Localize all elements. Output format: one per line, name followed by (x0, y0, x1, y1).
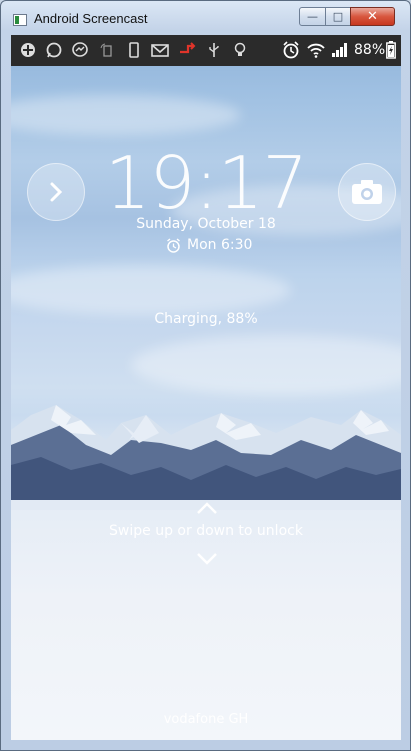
status-bar[interactable]: 88% (11, 35, 401, 66)
alarm-icon (282, 41, 300, 59)
cloud (11, 265, 291, 315)
emulator-window: Android Screencast — □ ✕ 88% 19:17 Sunda… (0, 0, 411, 751)
whatsapp-icon (45, 41, 63, 59)
lockscreen-date: Sunday, October 18 (136, 216, 276, 232)
alarm-time: Mon 6:30 (187, 237, 253, 253)
transfer-icon (178, 41, 196, 59)
phone-screen[interactable]: 88% 19:17 Sunday, October 18 Mon 6:30 Ch… (11, 35, 401, 740)
next-alarm: Mon 6:30 (166, 236, 252, 254)
gmail-icon (151, 41, 169, 59)
battery-icon (385, 41, 397, 59)
signal-icon (331, 41, 349, 59)
mountain-wallpaper (11, 405, 401, 510)
chevron-down-icon (197, 553, 217, 565)
close-icon: ✕ (367, 9, 378, 24)
app-icon (13, 14, 27, 26)
phone-icon (125, 41, 143, 59)
chevron-up-icon (197, 502, 217, 514)
window-title: Android Screencast (34, 11, 148, 26)
battery-percent: 88% (354, 42, 386, 58)
lockscreen-clock: 19:17 (104, 141, 309, 225)
carrier-label: vodafone GH (163, 712, 249, 727)
minimize-icon: — (307, 10, 318, 23)
close-button[interactable]: ✕ (350, 7, 395, 26)
minimize-button[interactable]: — (299, 7, 326, 26)
cloud (131, 335, 401, 395)
alarm-clock-icon (167, 237, 180, 253)
charging-status: Charging, 88% (154, 311, 258, 327)
swipe-hint: Swipe up or down to unlock (109, 523, 303, 539)
cloud (11, 95, 241, 135)
maximize-icon: □ (332, 10, 344, 23)
window-titlebar[interactable]: Android Screencast — □ ✕ (1, 1, 410, 35)
add-icon (19, 41, 37, 59)
rotate-icon (98, 41, 116, 59)
messenger-icon (71, 41, 89, 59)
bulb-icon (231, 41, 249, 59)
wifi-icon (307, 41, 325, 59)
maximize-button[interactable]: □ (325, 7, 351, 26)
usb-icon (205, 41, 223, 59)
